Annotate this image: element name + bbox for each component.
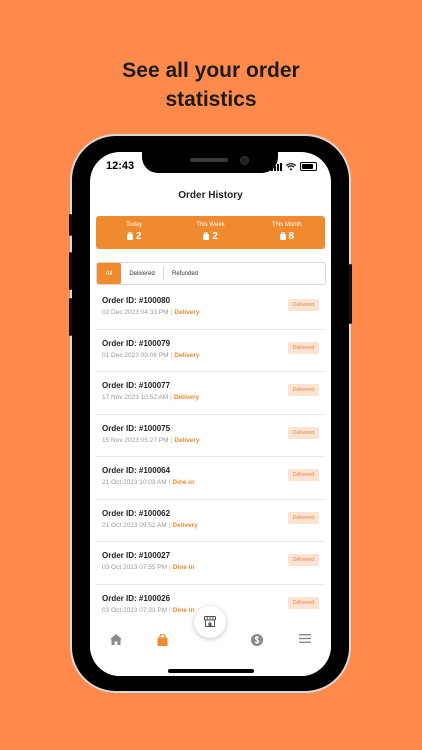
tab-delivered[interactable]: Delivered	[121, 263, 163, 284]
order-datetime: 03 Oct 2023 07:33 PM	[102, 606, 168, 614]
order-id: Order ID: #100064	[102, 466, 171, 475]
order-row[interactable]: Order ID: #100080 02 Dec 2023 04:33 PM | D…	[96, 287, 325, 330]
status-badge: Delivered	[287, 511, 319, 524]
camera	[240, 156, 249, 165]
order-list: Order ID: #100080 02 Dec 2023 04:33 PM | D…	[96, 287, 325, 627]
wifi-icon	[286, 162, 296, 170]
order-type: Dine in	[172, 564, 195, 571]
headline-line-1: See all your order	[122, 59, 300, 82]
shopping-bag-icon	[203, 231, 210, 240]
headline: See all your order statistics	[0, 56, 422, 114]
order-type: Delivery	[174, 351, 200, 359]
phone-side-button	[69, 214, 72, 236]
order-id: Order ID: #100027	[102, 551, 171, 560]
order-datetime: 15 Nov 2023 05:27 PM	[102, 436, 169, 444]
stat-value: 8	[288, 231, 295, 242]
shopping-bag-icon	[279, 231, 286, 240]
status-badge: Delivered	[287, 554, 319, 566]
battery-icon	[300, 162, 317, 171]
phone-power-button	[349, 264, 352, 324]
page-title: Order History	[178, 190, 243, 201]
order-type: Delivery	[174, 309, 200, 316]
order-id: Order ID: #100062	[102, 508, 171, 518]
home-indicator	[168, 669, 254, 673]
phone-volume-up-button	[69, 252, 72, 290]
order-id: Order ID: #100026	[102, 593, 171, 603]
dollar-icon[interactable]	[251, 634, 263, 646]
order-id: Order ID: #100079	[102, 338, 171, 348]
stat-today: Today 2	[96, 216, 172, 249]
order-row[interactable]: Order ID: #100079 01 Dec 2023 09:06 PM | D…	[96, 330, 325, 372]
stat-label: This Week	[196, 222, 225, 228]
order-type: Dine in	[172, 479, 195, 486]
status-badge: Delivered	[287, 341, 319, 354]
order-datetime: 21 Oct 2023 10:03 AM	[102, 479, 167, 486]
order-row[interactable]: Order ID: #100075 15 Nov 2023 05:27 PM | D…	[96, 415, 325, 457]
order-datetime: 21 Oct 2023 09:52 AM	[102, 521, 167, 529]
menu-icon[interactable]	[299, 634, 311, 643]
shopping-bag-icon[interactable]	[157, 634, 168, 646]
order-row[interactable]: Order ID: #100027 03 Oct 2023 07:55 PM | D…	[96, 542, 325, 585]
order-datetime: 17 Nov 2023 10:52 AM	[102, 394, 169, 401]
order-id: Order ID: #100080	[102, 296, 171, 305]
home-icon[interactable]	[110, 634, 122, 645]
status-badge: Delivered	[287, 426, 319, 439]
phone-volume-down-button	[69, 298, 72, 336]
shopping-bag-icon	[126, 231, 133, 240]
order-datetime: 03 Oct 2023 07:55 PM	[102, 564, 168, 571]
order-datetime: 02 Dec 2023 04:33 PM	[102, 309, 169, 316]
filter-tabs: All Delivered Refunded	[96, 262, 326, 285]
status-badge: Delivered	[287, 469, 319, 481]
bottom-nav	[90, 606, 331, 676]
speaker	[190, 158, 228, 162]
signal-icon	[271, 162, 282, 171]
order-id: Order ID: #100077	[102, 381, 171, 390]
stats-card: Today 2 This Week 2 This Month 8	[96, 216, 325, 249]
status-badge: Delivered	[287, 596, 319, 609]
status-badge: Delivered	[287, 384, 319, 396]
headline-line-2: statistics	[165, 88, 257, 111]
order-datetime: 01 Dec 2023 09:06 PM	[102, 351, 169, 359]
order-type: Delivery	[172, 521, 198, 529]
order-type: Delivery	[174, 436, 200, 444]
stat-this-month: This Month 8	[249, 216, 325, 249]
stat-value: 2	[212, 231, 218, 242]
tab-all[interactable]: All	[97, 263, 121, 284]
tab-refunded[interactable]: Refunded	[163, 267, 206, 280]
order-id: Order ID: #100075	[102, 423, 171, 433]
status-badge: Delivered	[287, 299, 319, 311]
order-type: Delivery	[173, 394, 200, 401]
store-button[interactable]	[194, 606, 226, 638]
order-row[interactable]: Order ID: #100077 17 Nov 2023 10:52 AM | D…	[96, 372, 325, 415]
stat-label: Today	[126, 222, 143, 228]
phone-screen: 12:43 Order History Today 2 This Week 2 …	[90, 152, 331, 676]
order-row[interactable]: Order ID: #100062 21 Oct 2023 09:52 AM | D…	[96, 500, 325, 542]
stat-value: 2	[135, 231, 142, 242]
order-type: Dine in	[172, 606, 195, 614]
stat-this-week: This Week 2	[172, 216, 248, 249]
notch	[142, 152, 278, 173]
store-icon	[204, 616, 216, 627]
stat-label: This Month	[271, 222, 302, 228]
status-time: 12:43	[106, 160, 135, 172]
order-row[interactable]: Order ID: #100064 21 Oct 2023 10:03 AM | D…	[96, 457, 325, 500]
status-icons	[271, 162, 317, 171]
